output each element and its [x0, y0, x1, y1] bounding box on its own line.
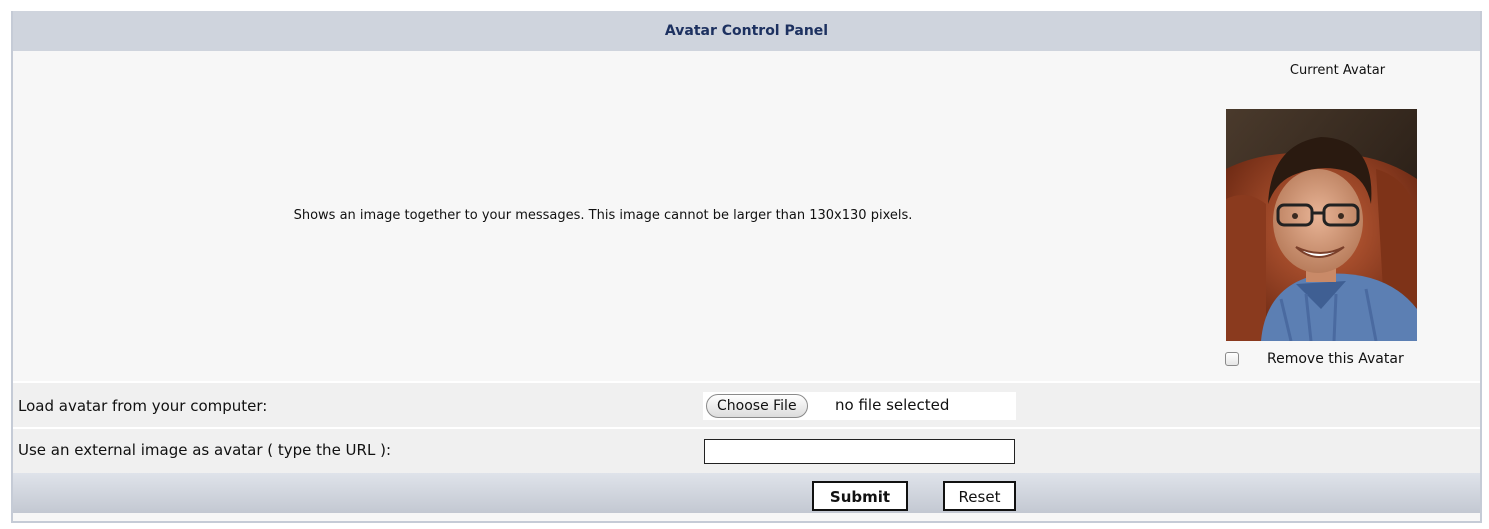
remove-avatar-row: Remove this Avatar	[1225, 350, 1465, 372]
avatar-url-input[interactable]	[704, 439, 1015, 464]
remove-avatar-checkbox[interactable]	[1225, 352, 1239, 366]
current-avatar-label: Current Avatar	[1289, 63, 1386, 78]
panel-title: Avatar Control Panel	[13, 11, 1480, 51]
no-file-selected-text: no file selected	[835, 396, 950, 414]
avatar-image	[1226, 109, 1417, 341]
avatar-control-panel: Avatar Control Panel Shows an image toge…	[11, 11, 1482, 523]
avatar-info-row: Shows an image together to your messages…	[13, 51, 1480, 381]
file-input[interactable]: Choose File no file selected	[703, 392, 1016, 420]
submit-button[interactable]: Submit	[812, 481, 908, 511]
avatar-photo	[1226, 109, 1417, 341]
choose-file-button[interactable]: Choose File	[706, 394, 808, 418]
current-avatar-section: Current Avatar Remove this Avatar	[1193, 51, 1482, 381]
avatar-description: Shows an image together to your messages…	[293, 208, 913, 223]
form-actions: Submit Reset	[13, 473, 1480, 513]
reset-button[interactable]: Reset	[943, 481, 1016, 511]
remove-avatar-label: Remove this Avatar	[1267, 351, 1404, 367]
load-avatar-label: Load avatar from your computer:	[18, 397, 268, 415]
load-avatar-row: Load avatar from your computer: Choose F…	[13, 381, 1480, 427]
external-url-row: Use an external image as avatar ( type t…	[13, 427, 1480, 473]
external-url-label: Use an external image as avatar ( type t…	[18, 441, 391, 459]
